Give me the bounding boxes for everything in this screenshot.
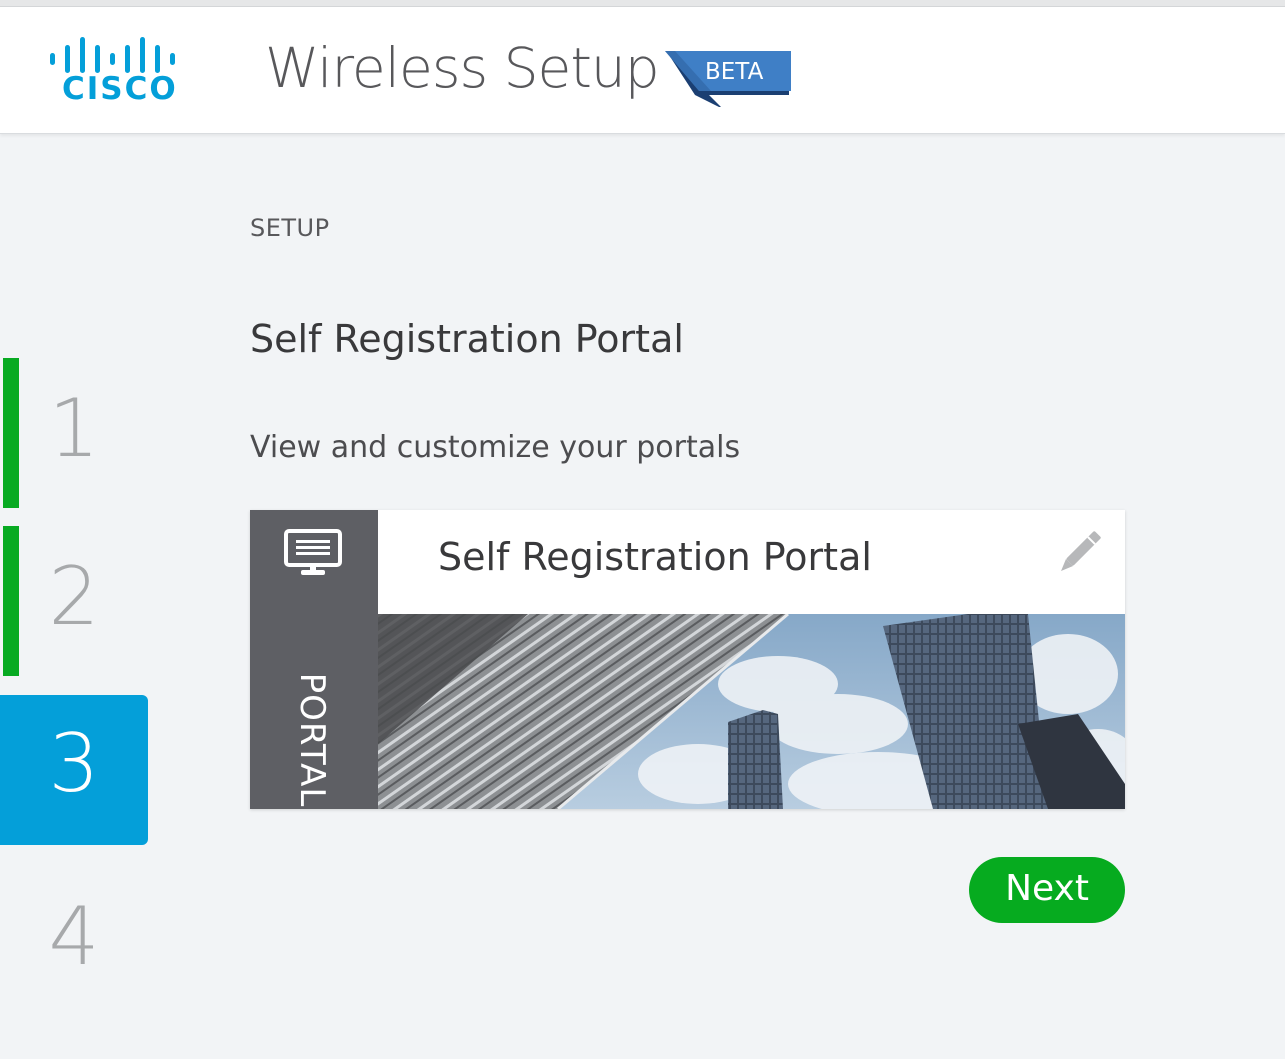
step-3-active[interactable]: 3	[0, 695, 148, 845]
step-4[interactable]: 4	[0, 897, 148, 977]
beta-badge: BETA	[665, 51, 795, 107]
step-3: 3	[48, 717, 100, 810]
app-title: Wireless Setup	[265, 36, 660, 100]
pencil-icon[interactable]	[1052, 528, 1104, 580]
monitor-icon	[284, 529, 342, 575]
next-button[interactable]: Next	[969, 857, 1125, 923]
portal-type-label: PORTAL	[292, 672, 332, 808]
portal-card[interactable]: PORTAL Self Registration Portal	[250, 510, 1125, 809]
app-header: CISCO Wireless Setup BETA	[0, 7, 1285, 134]
portal-banner-image	[378, 614, 1125, 809]
page-subtitle: View and customize your portals	[250, 430, 741, 465]
page-title: Self Registration Portal	[250, 317, 684, 361]
step-2[interactable]: 2	[0, 557, 148, 637]
portal-card-title: Self Registration Portal	[438, 535, 872, 579]
portal-card-sidebar: PORTAL	[250, 510, 378, 809]
step-1[interactable]: 1	[0, 389, 148, 469]
section-label: SETUP	[250, 214, 330, 242]
top-border	[0, 0, 1285, 7]
beta-label: BETA	[705, 59, 764, 85]
cisco-logo: CISCO	[50, 37, 178, 113]
logo-wordmark: CISCO	[62, 71, 178, 107]
